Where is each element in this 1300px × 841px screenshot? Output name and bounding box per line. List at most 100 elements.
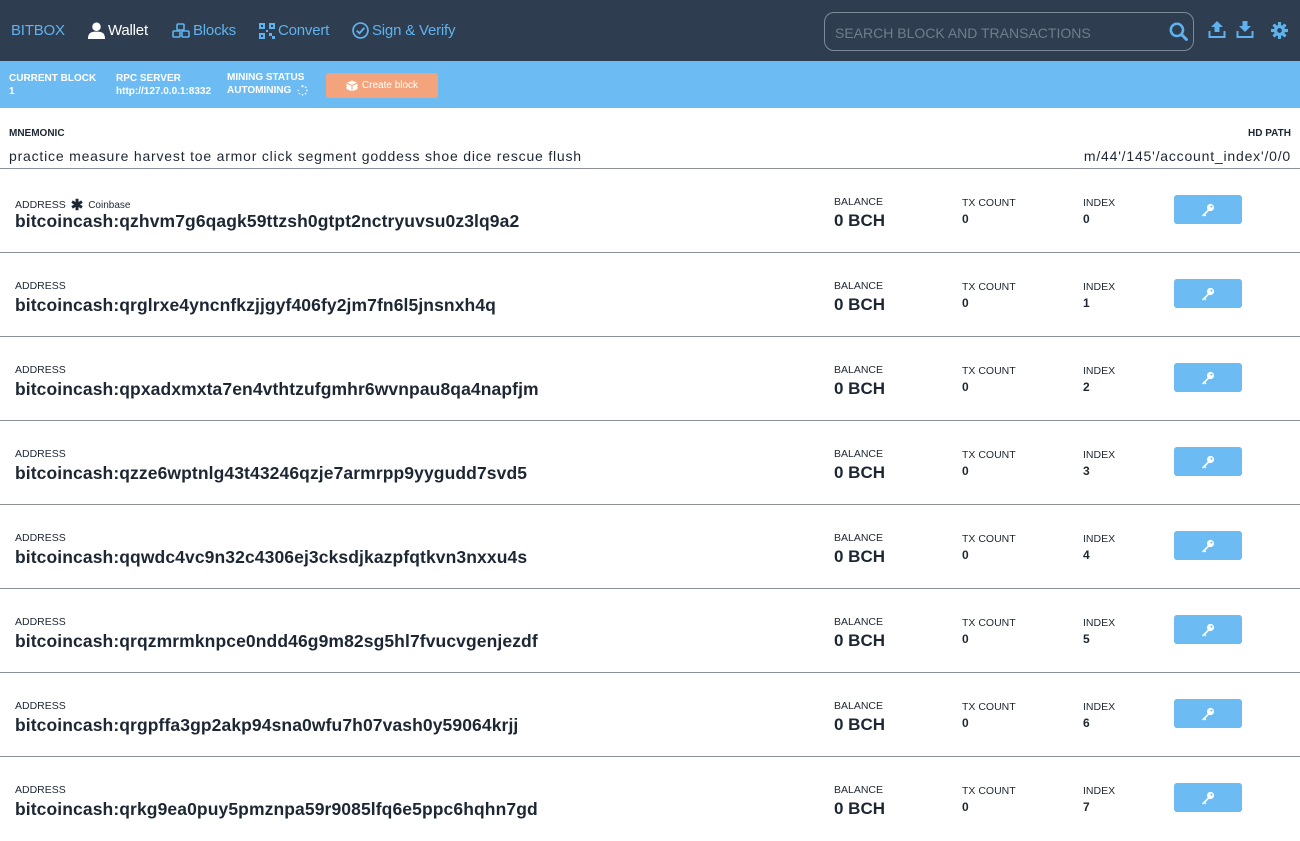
show-key-button[interactable] xyxy=(1174,615,1242,644)
index-value: 3 xyxy=(1083,464,1090,478)
address-label: ADDRESS xyxy=(15,364,66,376)
balance-value: 0 BCH xyxy=(834,799,886,818)
mnemonic-label: MNEMONIC xyxy=(9,128,65,139)
top-navbar: BITBOX Wallet Blocks Convert Sign & Veri… xyxy=(0,0,1300,61)
nav-item-wallet[interactable]: Wallet xyxy=(88,0,148,61)
address-label: ADDRESS xyxy=(15,448,66,460)
tx-count-value: 0 xyxy=(962,296,969,310)
nav-label-wallet: Wallet xyxy=(108,22,148,39)
mnemonic-section: MNEMONIC practice measure harvest toe ar… xyxy=(0,108,1300,169)
address-row: ADDRESS bitcoincash:qrglrxe4yncnfkzjjgyf… xyxy=(0,253,1300,337)
tx-count-value: 0 xyxy=(962,716,969,730)
tx-count-value: 0 xyxy=(962,548,969,562)
address-label: ADDRESS xyxy=(15,199,66,211)
key-icon xyxy=(1202,791,1215,805)
balance-label: BALANCE xyxy=(834,196,884,208)
index-value: 7 xyxy=(1083,800,1090,814)
show-key-button[interactable] xyxy=(1174,447,1242,476)
spinner-icon xyxy=(297,85,308,96)
gear-icon[interactable] xyxy=(1271,22,1288,39)
address-label: ADDRESS xyxy=(15,784,66,796)
address-row: ADDRESS bitcoincash:qqwdc4vc9n32c4306ej3… xyxy=(0,505,1300,589)
cubes-icon xyxy=(172,22,190,38)
nav-label-convert: Convert xyxy=(278,22,330,39)
index-value: 1 xyxy=(1083,296,1090,310)
index-label: INDEX xyxy=(1083,281,1116,293)
nav-label-sign-verify: Sign & Verify xyxy=(372,22,456,39)
rpc-server-label: RPC SERVER xyxy=(116,73,181,84)
current-block-value: 1 xyxy=(9,86,15,97)
address-row: ADDRESS bitcoincash:qpxadxmxta7en4vthtzu… xyxy=(0,337,1300,421)
index-value: 5 xyxy=(1083,632,1090,646)
tx-count-label: TX COUNT xyxy=(962,197,1016,209)
address-value: bitcoincash:qzze6wptnlg43t43246qzje7armr… xyxy=(15,463,528,483)
status-bar: CURRENT BLOCK 1 RPC SERVER http://127.0.… xyxy=(0,61,1300,108)
balance-label: BALANCE xyxy=(834,280,884,292)
create-block-button[interactable]: Create block xyxy=(326,73,438,98)
nav-item-convert[interactable]: Convert xyxy=(259,0,329,61)
tx-count-label: TX COUNT xyxy=(962,365,1016,377)
search-icon[interactable] xyxy=(1169,22,1188,41)
upload-icon[interactable] xyxy=(1208,20,1226,39)
balance-label: BALANCE xyxy=(834,364,884,376)
index-label: INDEX xyxy=(1083,533,1116,545)
coinbase-label: Coinbase xyxy=(88,200,131,211)
show-key-button[interactable] xyxy=(1174,195,1242,224)
balance-value: 0 BCH xyxy=(834,379,886,398)
balance-label: BALANCE xyxy=(834,784,884,796)
show-key-button[interactable] xyxy=(1174,699,1242,728)
index-value: 2 xyxy=(1083,380,1090,394)
tx-count-value: 0 xyxy=(962,212,969,226)
check-circle-icon xyxy=(352,22,369,39)
balance-value: 0 BCH xyxy=(834,295,886,314)
show-key-button[interactable] xyxy=(1174,783,1242,812)
index-value: 6 xyxy=(1083,716,1090,730)
key-icon xyxy=(1202,539,1215,553)
download-icon[interactable] xyxy=(1236,20,1254,39)
tx-count-value: 0 xyxy=(962,464,969,478)
mining-status-stat: MINING STATUS AUTOMINING xyxy=(227,71,308,97)
show-key-button[interactable] xyxy=(1174,363,1242,392)
index-value: 0 xyxy=(1083,212,1090,226)
balance-value: 0 BCH xyxy=(834,547,886,566)
show-key-button[interactable] xyxy=(1174,279,1242,308)
mining-status-value: AUTOMINING xyxy=(227,85,292,96)
tx-count-label: TX COUNT xyxy=(962,281,1016,293)
brand-logo[interactable]: BITBOX xyxy=(11,0,65,61)
balance-value: 0 BCH xyxy=(834,631,886,650)
index-label: INDEX xyxy=(1083,617,1116,629)
cube-icon xyxy=(346,80,358,91)
mining-status-label: MINING STATUS xyxy=(227,72,305,83)
address-row: ADDRESS bitcoincash:qrqzmrmknpce0ndd46g9… xyxy=(0,589,1300,673)
mnemonic-phrase: practice measure harvest toe armor click… xyxy=(9,148,582,164)
key-icon xyxy=(1202,623,1215,637)
current-block-stat: CURRENT BLOCK 1 xyxy=(9,72,96,98)
tx-count-value: 0 xyxy=(962,800,969,814)
balance-label: BALANCE xyxy=(834,448,884,460)
address-label: ADDRESS xyxy=(15,280,66,292)
show-key-button[interactable] xyxy=(1174,531,1242,560)
tx-count-value: 0 xyxy=(962,632,969,646)
address-value: bitcoincash:qrkg9ea0puy5pmznpa59r9085lfq… xyxy=(15,799,538,819)
address-value: bitcoincash:qrglrxe4yncnfkzjjgyf406fy2jm… xyxy=(15,295,496,315)
create-block-label: Create block xyxy=(361,80,419,91)
search-input[interactable] xyxy=(833,13,1167,52)
nav-label-blocks: Blocks xyxy=(193,22,236,39)
address-value: bitcoincash:qzhvm7g6qagk59ttzsh0gtpt2nct… xyxy=(15,211,520,231)
address-row: ADDRESS bitcoincash:qrkg9ea0puy5pmznpa59… xyxy=(0,757,1300,841)
balance-value: 0 BCH xyxy=(834,211,886,230)
rpc-server-stat: RPC SERVER http://127.0.0.1:8332 xyxy=(116,72,211,98)
key-icon xyxy=(1202,707,1215,721)
nav-item-sign-verify[interactable]: Sign & Verify xyxy=(352,0,455,61)
key-icon xyxy=(1202,371,1215,385)
index-label: INDEX xyxy=(1083,365,1116,377)
address-row: ADDRESS bitcoincash:qzze6wptnlg43t43246q… xyxy=(0,421,1300,505)
address-label: ADDRESS xyxy=(15,700,66,712)
address-value: bitcoincash:qrqzmrmknpce0ndd46g9m82sg5hl… xyxy=(15,631,538,651)
balance-label: BALANCE xyxy=(834,700,884,712)
tx-count-value: 0 xyxy=(962,380,969,394)
brand-label: BITBOX xyxy=(11,22,65,39)
address-value: bitcoincash:qrgpffa3gp2akp94sna0wfu7h07v… xyxy=(15,715,519,735)
nav-item-blocks[interactable]: Blocks xyxy=(172,0,236,61)
qrcode-icon xyxy=(259,22,275,39)
